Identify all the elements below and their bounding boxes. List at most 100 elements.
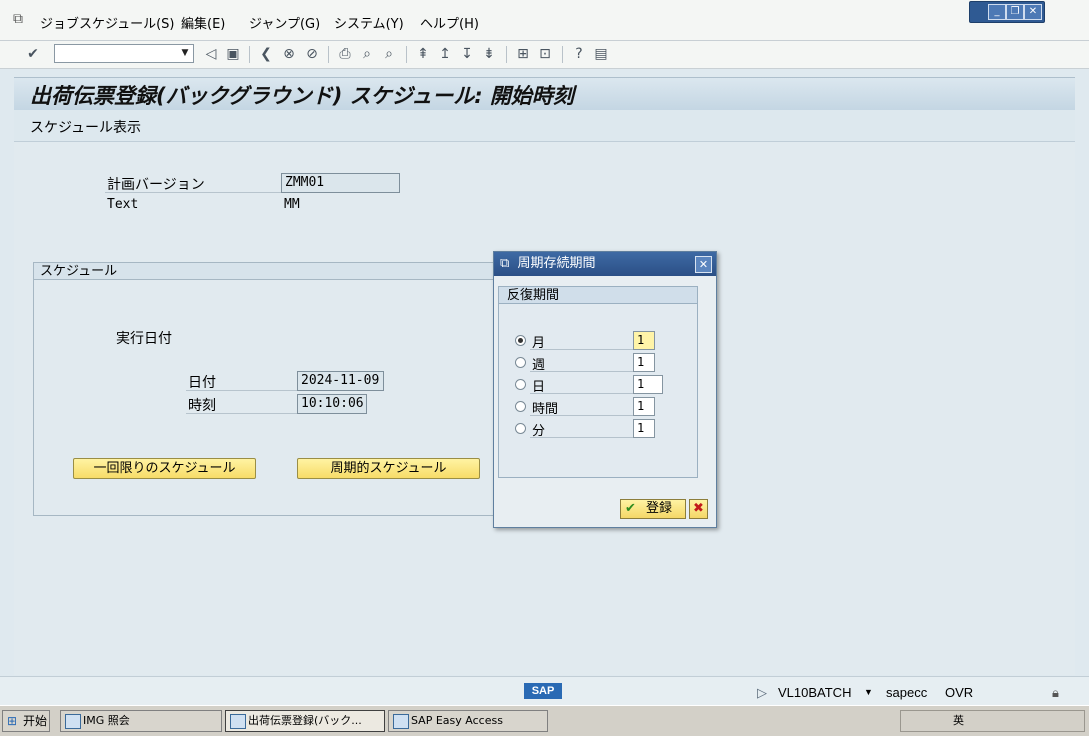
month-input[interactable]: 1 bbox=[633, 331, 655, 350]
one-time-schedule-button[interactable]: 一回限りのスケジュール bbox=[73, 458, 256, 479]
lock-icon[interactable]: 🔒︎ bbox=[1052, 685, 1059, 701]
toolbar-divider bbox=[562, 46, 563, 63]
chevron-down-icon[interactable]: ▼ bbox=[177, 45, 193, 62]
task-label: SAP Easy Access bbox=[411, 714, 503, 727]
status-bar: SAP ▷ VL10BATCH ▼ sapecc OVR 🔒︎ bbox=[0, 676, 1089, 706]
text-value: MM bbox=[284, 197, 300, 212]
radio-month[interactable] bbox=[515, 335, 526, 346]
label-underline bbox=[186, 413, 298, 414]
next-page-icon[interactable]: ↧ bbox=[458, 45, 476, 63]
back-icon[interactable]: ❮ bbox=[257, 45, 275, 63]
plan-version-field: ZMM01 bbox=[281, 173, 400, 193]
restore-button[interactable]: ❐ bbox=[1006, 4, 1024, 20]
label-underline bbox=[105, 192, 282, 193]
time-label: 時刻 bbox=[188, 398, 216, 414]
task-delivery-schedule[interactable]: 出荷伝票登録(バック... bbox=[225, 710, 385, 732]
label-underline bbox=[530, 415, 634, 416]
print-icon[interactable]: ⎙ bbox=[336, 45, 354, 63]
checkmark-icon: ✔ bbox=[625, 501, 636, 516]
sap-logo: SAP bbox=[524, 683, 562, 699]
radio-hour[interactable] bbox=[515, 401, 526, 412]
window-menu-icon[interactable]: ⧉ bbox=[13, 11, 23, 27]
hour-input[interactable]: 1 bbox=[633, 397, 655, 416]
triangle-left-icon[interactable]: ◁ bbox=[202, 45, 220, 63]
register-button[interactable]: ✔ 登録 bbox=[620, 499, 686, 519]
radio-day[interactable] bbox=[515, 379, 526, 390]
window-icon bbox=[393, 714, 409, 729]
server-info: sapecc bbox=[886, 685, 928, 700]
cancel-button[interactable]: ✖ bbox=[689, 499, 708, 519]
session-info: VL10BATCH bbox=[778, 685, 852, 700]
find-next-icon[interactable]: ⌕ bbox=[380, 45, 398, 63]
date-field: 2024-11-09 bbox=[297, 371, 384, 391]
dialog-title-bar[interactable]: ⧉ 周期存続期間 ✕ bbox=[494, 252, 716, 276]
toolbar-divider bbox=[506, 46, 507, 63]
status-expand-icon[interactable]: ▷ bbox=[757, 685, 767, 701]
text-label: Text bbox=[107, 197, 139, 212]
start-icon: ⊞ bbox=[7, 714, 18, 728]
toolbar-divider bbox=[249, 46, 250, 63]
dialog-title: 周期存続期間 bbox=[517, 256, 596, 271]
register-label: 登録 bbox=[646, 501, 673, 516]
window-icon: ⧉ bbox=[500, 256, 510, 271]
minute-input[interactable]: 1 bbox=[633, 419, 655, 438]
help-icon[interactable]: ? bbox=[570, 45, 588, 63]
time-field: 10:10:06 bbox=[297, 394, 367, 414]
find-icon[interactable]: ⌕ bbox=[358, 45, 376, 63]
menu-job-schedule[interactable]: ジョブスケジュール(S) bbox=[40, 13, 175, 32]
schedule-display-button[interactable]: スケジュール表示 bbox=[30, 117, 141, 137]
close-window-button[interactable]: ✕ bbox=[1024, 4, 1042, 20]
execution-date-label: 実行日付 bbox=[116, 331, 172, 347]
label-underline bbox=[530, 437, 634, 438]
insert-mode: OVR bbox=[945, 685, 974, 700]
label-underline bbox=[530, 349, 634, 350]
task-img-display[interactable]: IMG 照会 bbox=[60, 710, 222, 732]
radio-minute[interactable] bbox=[515, 423, 526, 434]
page-title: 出荷伝票登録(バックグラウンド) スケジュール: 開始時刻 bbox=[30, 84, 574, 108]
menu-edit[interactable]: 編集(E) bbox=[181, 13, 225, 32]
toolbar-divider bbox=[328, 46, 329, 63]
first-page-icon[interactable]: ⇞ bbox=[414, 45, 432, 63]
exit-icon[interactable]: ⊗ bbox=[280, 45, 298, 63]
save-icon[interactable]: ▣ bbox=[224, 45, 242, 63]
command-field[interactable]: ▼ bbox=[54, 44, 194, 63]
task-sap-easy-access[interactable]: SAP Easy Access bbox=[388, 710, 548, 732]
date-label: 日付 bbox=[188, 375, 216, 391]
menu-help[interactable]: ヘルプ(H) bbox=[420, 13, 479, 32]
menu-system[interactable]: システム(Y) bbox=[334, 13, 404, 32]
period-duration-dialog: ⧉ 周期存続期間 ✕ 反復期間 月 1 週 1 日 1 時間 1 分 1 ✔ 登… bbox=[493, 251, 717, 528]
standard-toolbar: ✔ ▼ ◁ ▣ ❮ ⊗ ⊘ ⎙ ⌕ ⌕ ⇞ ↥ ↧ ⇟ ⊞ ⊡ ? ▤ bbox=[0, 41, 1089, 69]
layout-menu-icon[interactable]: ▤ bbox=[592, 45, 610, 63]
os-taskbar: ⊞ 开始 IMG 照会 出荷伝票登録(バック... SAP Easy Acces… bbox=[0, 705, 1089, 736]
repeat-period-title: 反復期間 bbox=[499, 287, 697, 304]
radio-week[interactable] bbox=[515, 357, 526, 368]
start-button[interactable]: ⊞ 开始 bbox=[2, 710, 50, 732]
label-underline bbox=[530, 371, 634, 372]
toolbar-divider bbox=[406, 46, 407, 63]
window-controls: _ ❐ ✕ bbox=[969, 1, 1045, 23]
label-underline bbox=[186, 390, 298, 391]
task-label: IMG 照会 bbox=[83, 714, 130, 727]
session-dropdown-icon[interactable]: ▼ bbox=[864, 687, 873, 697]
repeat-period-frame: 反復期間 bbox=[498, 286, 698, 478]
ime-indicator[interactable]: 英 bbox=[953, 711, 964, 731]
day-input[interactable]: 1 bbox=[633, 375, 663, 394]
week-input[interactable]: 1 bbox=[633, 353, 655, 372]
task-label: 出荷伝票登録(バック... bbox=[248, 714, 362, 727]
menu-bar: ⧉ ジョブスケジュール(S) 編集(E) ジャンプ(G) システム(Y) ヘルプ… bbox=[0, 0, 1089, 41]
previous-page-icon[interactable]: ↥ bbox=[436, 45, 454, 63]
minimize-button[interactable]: _ bbox=[988, 4, 1006, 20]
last-page-icon[interactable]: ⇟ bbox=[480, 45, 498, 63]
system-tray: 英 bbox=[900, 710, 1085, 732]
periodic-schedule-button[interactable]: 周期的スケジュール bbox=[297, 458, 480, 479]
close-icon[interactable]: ✕ bbox=[695, 256, 712, 273]
schedule-frame-title: スケジュール bbox=[34, 263, 494, 280]
window-icon bbox=[230, 714, 246, 729]
cancel-icon[interactable]: ⊘ bbox=[303, 45, 321, 63]
window-icon bbox=[65, 714, 81, 729]
shortcut-icon[interactable]: ⊡ bbox=[536, 45, 554, 63]
new-session-icon[interactable]: ⊞ bbox=[514, 45, 532, 63]
plan-version-label: 計画バージョン bbox=[107, 177, 205, 193]
enter-check-icon[interactable]: ✔ bbox=[24, 45, 42, 63]
menu-goto[interactable]: ジャンプ(G) bbox=[249, 13, 320, 32]
